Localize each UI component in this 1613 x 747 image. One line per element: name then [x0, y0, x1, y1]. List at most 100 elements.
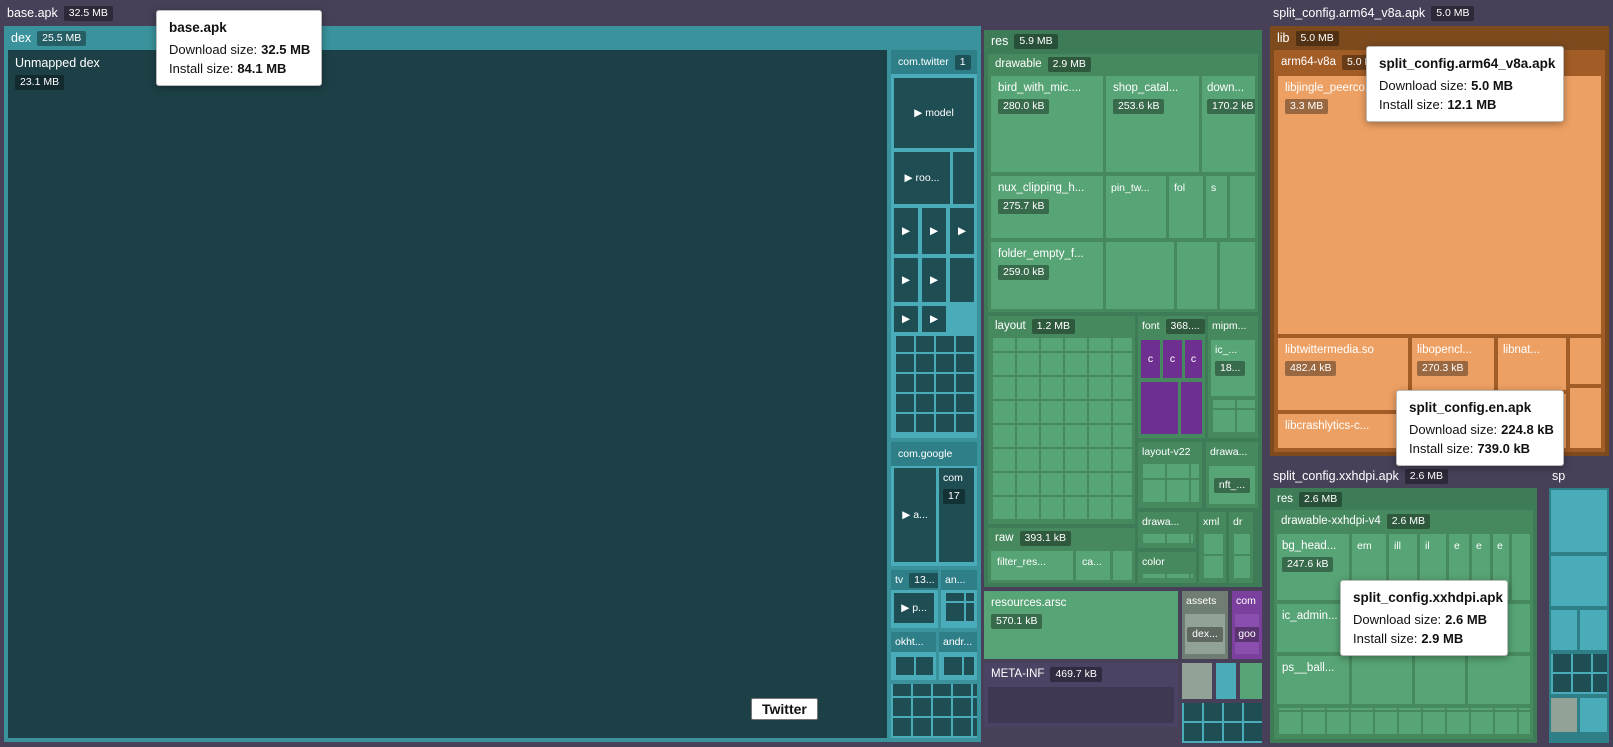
- treemap-cell[interactable]: [1352, 656, 1412, 704]
- treemap-cell[interactable]: [950, 258, 974, 302]
- treemap-node-mipmap[interactable]: mipm... ic_... 18...: [1208, 316, 1258, 438]
- cells-mosaic[interactable]: [944, 593, 974, 623]
- node-header-drawable[interactable]: drawable 2.9 MB: [988, 54, 1258, 74]
- treemap-cell-libtwittermedia[interactable]: libtwittermedia.so 482.4 kB: [1278, 338, 1408, 410]
- treemap-cell-font-c[interactable]: c: [1141, 340, 1160, 378]
- treemap-cell[interactable]: [1468, 656, 1530, 704]
- node-header-layout[interactable]: layout 1.2 MB: [988, 316, 1135, 336]
- treemap-node-raw[interactable]: raw 393.1 kB filter_res... ca...: [988, 528, 1135, 583]
- cells-mosaic[interactable]: [991, 338, 1132, 521]
- treemap-cell-fol[interactable]: fol: [1169, 176, 1203, 238]
- treemap-node-com-google[interactable]: com.google ▶ a... com 17: [891, 442, 977, 566]
- cells-mosaic[interactable]: [942, 655, 974, 677]
- treemap-cell-package[interactable]: ▶: [950, 208, 974, 254]
- node-header-sp-apk[interactable]: sp: [1545, 464, 1613, 488]
- treemap-node-okhttp[interactable]: okht...: [891, 632, 936, 680]
- treemap-node-xml[interactable]: xml: [1199, 512, 1226, 583]
- node-header-drawable-3[interactable]: drawa...: [1138, 512, 1196, 532]
- treemap-cell[interactable]: [953, 152, 974, 204]
- treemap-cell-roo[interactable]: ▶ roo...: [894, 152, 950, 204]
- cells-mosaic[interactable]: [1211, 400, 1255, 434]
- node-header-drawable-2[interactable]: drawa...: [1206, 442, 1258, 462]
- node-header-okhttp[interactable]: okht...: [891, 632, 936, 652]
- node-header-assets[interactable]: assets: [1182, 591, 1228, 611]
- cells-mosaic[interactable]: [894, 655, 933, 677]
- node-header-res[interactable]: res 5.9 MB: [984, 30, 1262, 52]
- treemap-cell-a[interactable]: ▶ a...: [894, 468, 936, 562]
- cells-mosaic[interactable]: [1141, 574, 1193, 580]
- treemap-cell-folder-empty[interactable]: folder_empty_f... 259.0 kB: [991, 242, 1103, 309]
- treemap-cell-font[interactable]: [1181, 382, 1202, 434]
- treemap-cell-package[interactable]: ▶: [894, 306, 918, 332]
- treemap-cell[interactable]: [1240, 663, 1262, 699]
- treemap-cell-ps-ball[interactable]: ps__ball...: [1277, 656, 1349, 704]
- treemap-cell[interactable]: [1216, 663, 1236, 699]
- treemap-cell-nux-clipping[interactable]: nux_clipping_h... 275.7 kB: [991, 176, 1103, 238]
- node-header-drawable-xxhdpi-v4[interactable]: drawable-xxhdpi-v4 2.6 MB: [1274, 510, 1533, 532]
- treemap-cell[interactable]: [1551, 698, 1577, 732]
- treemap-cell[interactable]: [988, 687, 1174, 723]
- treemap-cell-package[interactable]: ▶: [894, 258, 918, 302]
- treemap-cell-shop-catalog[interactable]: shop_catal... 253.6 kB: [1106, 76, 1199, 172]
- cells-mosaic[interactable]: [1141, 534, 1193, 545]
- treemap-cell[interactable]: [1415, 656, 1465, 704]
- treemap-cell[interactable]: [1580, 610, 1607, 650]
- node-header-arm64-apk[interactable]: split_config.arm64_v8a.apk 5.0 MB: [1266, 0, 1613, 26]
- cells-mosaic[interactable]: [1202, 534, 1223, 580]
- treemap-node-com-twitter[interactable]: com.twitter 1 ▶ model ▶ roo... ▶ ▶ ▶ ▶ ▶…: [891, 50, 977, 438]
- treemap-cell-bg-head[interactable]: bg_head... 247.6 kB: [1277, 534, 1349, 600]
- treemap-cell-package[interactable]: ▶: [922, 208, 946, 254]
- treemap-node-dex[interactable]: dex 25.5 MB Unmapped dex 23.1 MB com.twi…: [4, 26, 981, 742]
- treemap-node-andr[interactable]: andr...: [939, 632, 977, 680]
- treemap-cell[interactable]: [1570, 388, 1601, 448]
- node-header-dr[interactable]: dr: [1229, 512, 1253, 532]
- treemap-node-layout[interactable]: layout 1.2 MB: [988, 316, 1135, 524]
- treemap-node-layout-v22[interactable]: layout-v22: [1138, 442, 1202, 508]
- treemap-cell[interactable]: [1220, 242, 1255, 309]
- cells-mosaic[interactable]: [1277, 708, 1530, 736]
- cells-mosaic[interactable]: [894, 336, 974, 434]
- treemap-cell-ca[interactable]: ca...: [1076, 551, 1110, 580]
- treemap-node-font[interactable]: font 368.... c c c: [1138, 316, 1205, 438]
- node-header-com-google[interactable]: com.google: [891, 442, 977, 466]
- treemap-node-drawable-3[interactable]: drawa...: [1138, 512, 1196, 548]
- treemap-node-com[interactable]: com goo: [1232, 591, 1262, 659]
- treemap-node-meta-inf[interactable]: META-INF 469.7 kB: [984, 663, 1178, 727]
- node-header-font[interactable]: font 368....: [1138, 316, 1205, 336]
- cells-mosaic[interactable]: [1551, 654, 1607, 694]
- treemap-cell[interactable]: [1512, 534, 1530, 600]
- treemap-cell-pin-tw[interactable]: pin_tw...: [1106, 176, 1166, 238]
- cells-mosaic[interactable]: [1232, 534, 1250, 580]
- treemap-cell-p[interactable]: ▶ p...: [894, 593, 934, 623]
- treemap-cell-down[interactable]: down... 170.2 kB: [1202, 76, 1255, 172]
- node-header-color[interactable]: color: [1138, 552, 1196, 572]
- treemap-cell-nft[interactable]: nft_...: [1209, 466, 1255, 504]
- cells-mosaic[interactable]: [891, 684, 977, 738]
- treemap-node-color[interactable]: color: [1138, 552, 1196, 583]
- node-header-com[interactable]: com: [1232, 591, 1262, 611]
- treemap-cell[interactable]: [1106, 242, 1174, 309]
- treemap-node-drawable[interactable]: drawable 2.9 MB bird_with_mic.... 280.0 …: [988, 54, 1258, 312]
- treemap-cell[interactable]: [1182, 663, 1212, 699]
- node-header-andr[interactable]: andr...: [939, 632, 977, 652]
- treemap-cell-s[interactable]: s: [1206, 176, 1227, 238]
- treemap-cell-model[interactable]: ▶ model: [894, 78, 974, 148]
- treemap-node-sp-apk[interactable]: sp: [1545, 464, 1613, 747]
- treemap-cell-resources-arsc[interactable]: resources.arsc 570.1 kB: [984, 591, 1178, 659]
- treemap-cell[interactable]: [1177, 242, 1217, 309]
- treemap-cell[interactable]: [1580, 698, 1607, 732]
- node-header-xxhdpi-res[interactable]: res 2.6 MB: [1270, 488, 1537, 510]
- treemap-node-assets[interactable]: assets dex...: [1182, 591, 1228, 659]
- node-header-xxhdpi-apk[interactable]: split_config.xxhdpi.apk 2.6 MB: [1266, 464, 1541, 488]
- treemap-cell[interactable]: [1551, 490, 1607, 552]
- treemap-cell[interactable]: [1113, 551, 1132, 580]
- treemap-cell[interactable]: [1551, 610, 1577, 650]
- node-header-tv[interactable]: tv 13...: [891, 570, 938, 590]
- treemap-cell-bird-with-mic[interactable]: bird_with_mic.... 280.0 kB: [991, 76, 1103, 172]
- cells-mosaic[interactable]: [1182, 703, 1262, 743]
- node-header-layout-v22[interactable]: layout-v22: [1138, 442, 1202, 462]
- treemap-cell-package[interactable]: ▶: [922, 258, 946, 302]
- treemap-cell-assets-dex[interactable]: dex...: [1185, 614, 1225, 654]
- treemap-cell[interactable]: [1570, 338, 1601, 384]
- treemap-cell-goo[interactable]: goo: [1235, 614, 1259, 654]
